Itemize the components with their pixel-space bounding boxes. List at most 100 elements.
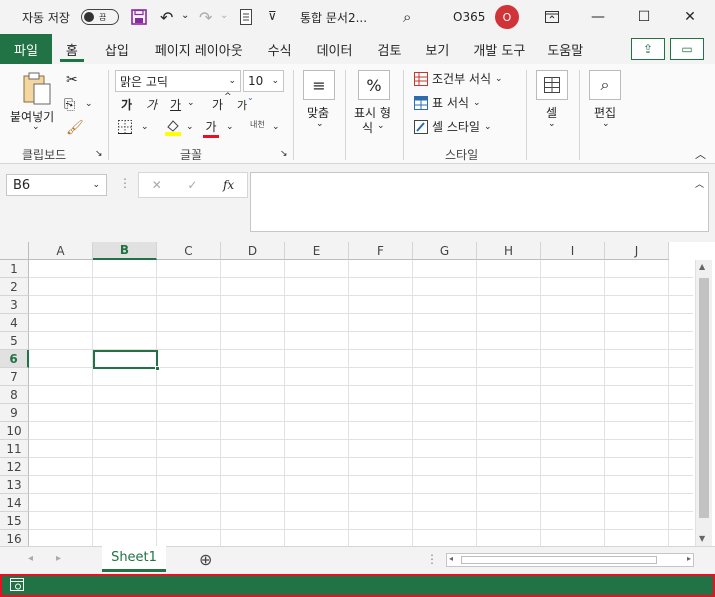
minimize-button[interactable]: — bbox=[575, 0, 621, 34]
column-header[interactable]: G bbox=[413, 242, 477, 260]
more-options-icon[interactable]: ⋮ bbox=[119, 176, 131, 190]
tab-insert[interactable]: 삽입 bbox=[92, 34, 142, 64]
select-all-button[interactable] bbox=[0, 242, 29, 260]
row-header[interactable]: 5 bbox=[0, 332, 29, 350]
active-cell[interactable] bbox=[93, 350, 160, 371]
column-header[interactable]: E bbox=[285, 242, 349, 260]
scroll-thumb[interactable] bbox=[699, 278, 709, 518]
editing-search-icon[interactable]: ⌕ bbox=[589, 70, 621, 100]
underline-button[interactable]: 가 bbox=[170, 96, 181, 113]
column-header[interactable]: I bbox=[541, 242, 605, 260]
next-sheet-icon[interactable]: ▸ bbox=[56, 553, 61, 564]
alignment-icon[interactable]: ≡ bbox=[303, 70, 335, 100]
comments-icon[interactable]: ▭ bbox=[670, 38, 704, 60]
tab-help[interactable]: 도움말 bbox=[537, 34, 593, 64]
expand-formula-icon[interactable]: ︿ bbox=[695, 177, 704, 190]
row-header[interactable]: 1 bbox=[0, 260, 29, 278]
fill-color-dropdown-icon[interactable]: ⌄ bbox=[186, 122, 194, 132]
row-header[interactable]: 4 bbox=[0, 314, 29, 332]
font-launcher-icon[interactable]: ↘ bbox=[280, 149, 288, 159]
scroll-down-icon[interactable]: ▼ bbox=[699, 534, 705, 543]
cell-styles-button[interactable]: 셀 스타일 ⌄ bbox=[414, 118, 492, 135]
scroll-up-icon[interactable]: ▲ bbox=[699, 262, 705, 271]
tab-home[interactable]: 홈 bbox=[52, 34, 92, 64]
format-painter-icon[interactable]: 🖌 bbox=[66, 120, 84, 136]
redo-icon[interactable]: ↷ bbox=[199, 8, 212, 27]
row-header[interactable]: 7 bbox=[0, 368, 29, 386]
row-header[interactable]: 2 bbox=[0, 278, 29, 296]
scroll-left-icon[interactable]: ◂ bbox=[449, 554, 453, 563]
row-header[interactable]: 15 bbox=[0, 512, 29, 530]
cancel-icon[interactable]: ✕ bbox=[152, 178, 162, 192]
share-icon[interactable]: ⇪ bbox=[631, 38, 665, 60]
vertical-scrollbar[interactable]: ▲ ▼ bbox=[695, 260, 712, 546]
font-name-dropdown[interactable]: 맑은 고딕 ⌄ bbox=[115, 70, 241, 92]
tab-developer[interactable]: 개발 도구 bbox=[461, 34, 537, 64]
tab-page-layout[interactable]: 페이지 레이아웃 bbox=[142, 34, 256, 64]
macro-recording-icon[interactable] bbox=[10, 578, 24, 591]
tab-review[interactable]: 검토 bbox=[365, 34, 413, 64]
form-icon[interactable] bbox=[240, 9, 252, 25]
clipboard-launcher-icon[interactable]: ↘ bbox=[95, 149, 103, 159]
copy-icon[interactable]: ⎘ bbox=[64, 97, 75, 113]
cell-grid[interactable] bbox=[29, 260, 693, 546]
maximize-button[interactable]: ☐ bbox=[621, 0, 667, 34]
tab-formulas[interactable]: 수식 bbox=[256, 34, 304, 64]
column-header[interactable]: J bbox=[605, 242, 669, 260]
horizontal-scrollbar[interactable]: ◂ ▸ bbox=[446, 553, 694, 567]
save-icon[interactable] bbox=[131, 9, 147, 25]
cut-icon[interactable]: ✂ bbox=[66, 72, 78, 88]
row-header[interactable]: 6 bbox=[0, 350, 29, 368]
undo-icon[interactable]: ↶ bbox=[160, 8, 173, 27]
row-header[interactable]: 12 bbox=[0, 458, 29, 476]
column-header[interactable]: F bbox=[349, 242, 413, 260]
h-scroll-thumb[interactable] bbox=[461, 556, 657, 564]
underline-dropdown-icon[interactable]: ⌄ bbox=[187, 98, 195, 108]
row-header[interactable]: 8 bbox=[0, 386, 29, 404]
enter-icon[interactable]: ✓ bbox=[187, 178, 197, 192]
format-as-table-button[interactable]: 표 서식 ⌄ bbox=[414, 94, 480, 111]
add-sheet-icon[interactable]: ⊕ bbox=[199, 550, 212, 569]
autosave-toggle[interactable]: 끔 bbox=[81, 9, 119, 25]
font-size-dropdown[interactable]: 10 ⌄ bbox=[243, 70, 284, 92]
tab-data[interactable]: 데이터 bbox=[304, 34, 366, 64]
bold-button[interactable]: 가 bbox=[121, 96, 132, 113]
copy-dropdown-icon[interactable]: ⌄ bbox=[85, 99, 93, 109]
number-format-icon[interactable]: % bbox=[358, 70, 390, 100]
column-header[interactable]: A bbox=[29, 242, 93, 260]
fill-color-icon[interactable] bbox=[165, 118, 181, 136]
formula-input[interactable]: ︿ bbox=[250, 172, 709, 232]
paste-icon[interactable] bbox=[22, 72, 52, 106]
prev-sheet-icon[interactable]: ◂ bbox=[28, 553, 33, 564]
borders-dropdown-icon[interactable]: ⌄ bbox=[141, 122, 149, 132]
paste-dropdown-icon[interactable]: ⌄ bbox=[32, 122, 40, 132]
row-header[interactable]: 13 bbox=[0, 476, 29, 494]
insert-function-icon[interactable]: fx bbox=[223, 178, 234, 192]
row-header[interactable]: 9 bbox=[0, 404, 29, 422]
tab-file[interactable]: 파일 bbox=[0, 34, 52, 64]
phonetic-dropdown-icon[interactable]: ⌄ bbox=[272, 122, 280, 132]
search-icon[interactable]: ⌕ bbox=[403, 8, 411, 26]
column-header[interactable]: B bbox=[93, 242, 157, 260]
column-header[interactable]: C bbox=[157, 242, 221, 260]
customize-qat-icon[interactable]: ⊽ bbox=[268, 9, 277, 23]
row-header[interactable]: 14 bbox=[0, 494, 29, 512]
column-header[interactable]: H bbox=[477, 242, 541, 260]
scroll-right-icon[interactable]: ▸ bbox=[687, 554, 691, 563]
redo-dropdown-icon[interactable]: ⌄ bbox=[220, 10, 228, 21]
row-header[interactable]: 11 bbox=[0, 440, 29, 458]
font-color-dropdown-icon[interactable]: ⌄ bbox=[226, 122, 234, 132]
undo-dropdown-icon[interactable]: ⌄ bbox=[181, 10, 189, 21]
row-header[interactable]: 10 bbox=[0, 422, 29, 440]
tab-splitter-icon[interactable]: ⋮ bbox=[426, 552, 438, 566]
ribbon-display-icon[interactable] bbox=[529, 0, 575, 34]
close-button[interactable]: ✕ bbox=[667, 0, 713, 34]
conditional-formatting-button[interactable]: 조건부 서식 ⌄ bbox=[414, 70, 503, 87]
fill-handle[interactable] bbox=[155, 366, 160, 371]
italic-button[interactable]: 가 bbox=[146, 96, 157, 113]
row-header[interactable]: 3 bbox=[0, 296, 29, 314]
column-header[interactable]: D bbox=[221, 242, 285, 260]
sheet-tab[interactable]: Sheet1 bbox=[102, 546, 166, 572]
tab-view[interactable]: 보기 bbox=[413, 34, 461, 64]
borders-icon[interactable] bbox=[118, 120, 132, 134]
